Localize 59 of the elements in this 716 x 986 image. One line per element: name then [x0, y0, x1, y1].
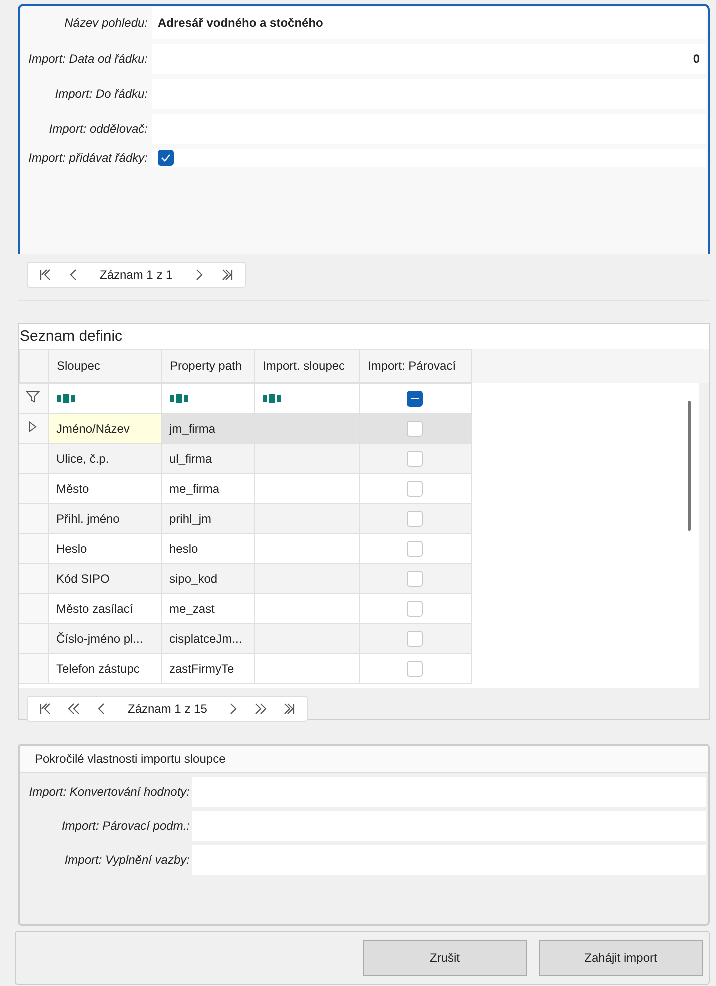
table-cell: Město zasílací	[48, 594, 161, 624]
text-filter-icon	[170, 394, 188, 402]
field-label: Import: Konvertování hodnoty:	[28, 785, 190, 799]
checkbox[interactable]	[158, 150, 174, 166]
table-cell: Město	[48, 474, 161, 504]
input-field[interactable]: Adresář vodného a stočného	[152, 7, 706, 39]
table-cell: prihl_jm	[161, 504, 254, 534]
row-pointer-icon	[28, 421, 38, 433]
column-header[interactable]: Property path	[162, 350, 254, 382]
record-counter: Záznam 1 z 1	[99, 268, 174, 282]
field-label: Import: Do řádku:	[54, 87, 148, 101]
table-cell: me_firma	[161, 474, 254, 504]
filter-icon[interactable]	[26, 390, 40, 404]
double-right-icon	[253, 701, 270, 717]
field-label: Import: Párovací podm.:	[60, 819, 190, 833]
table-cell: sipo_kod	[161, 564, 254, 594]
field-label: Import: Data od řádku:	[28, 52, 148, 66]
check-icon	[161, 154, 171, 162]
table-row[interactable]: Heslo heslo	[19, 534, 471, 564]
scrollbar[interactable]	[688, 401, 691, 531]
field-label: Název pohledu:	[64, 16, 148, 30]
table-row[interactable]: Telefon zástupc zastFirmyTe	[19, 654, 471, 684]
table-cell: Kód SIPO	[48, 564, 161, 594]
table-cell: Přihl. jméno	[48, 504, 161, 534]
section-title: Pokročilé vlastnosti importu sloupce	[35, 752, 226, 766]
table-cell: Telefon zástupc	[48, 654, 161, 684]
dialog-button[interactable]: Zahájit import	[539, 940, 703, 976]
table-row[interactable]: Číslo-jméno pl... cisplatceJm...	[19, 624, 471, 654]
table-row[interactable]: Kód SIPO sipo_kod	[19, 564, 471, 594]
field-label: Import: přidávat řádky:	[28, 151, 148, 165]
filter-checkbox[interactable]	[407, 390, 423, 406]
field-label: Import: oddělovač:	[48, 122, 148, 136]
table-row[interactable]: Město me_firma	[19, 474, 471, 504]
table-cell: heslo	[161, 534, 254, 564]
column-header[interactable]: Import. sloupec	[254, 350, 360, 382]
table-cell: zastFirmyTe	[161, 654, 254, 684]
column-header[interactable]: Sloupec	[48, 350, 162, 382]
field-label: Import: Vyplnění vazby:	[64, 853, 190, 867]
table-row[interactable]: Jméno/Název jm_firma	[19, 414, 471, 444]
table-row[interactable]: Ulice, č.p. ul_firma	[19, 444, 471, 474]
table-cell: jm_firma	[161, 414, 254, 444]
table-cell: me_zast	[161, 594, 254, 624]
double-left-icon	[66, 701, 82, 717]
table-cell: Heslo	[48, 534, 161, 564]
table-cell: Číslo-jméno pl...	[48, 624, 161, 654]
dialog-button[interactable]: Zrušit	[363, 940, 527, 976]
table-cell: Jméno/Název	[48, 414, 161, 444]
minus-icon	[411, 398, 419, 400]
text-filter-icon	[262, 394, 280, 402]
table-row[interactable]: Přihl. jméno prihl_jm	[19, 504, 471, 534]
table-cell: cisplatceJm...	[161, 624, 254, 654]
panel-title: Seznam definic	[20, 328, 123, 345]
table-cell: ul_firma	[161, 444, 254, 474]
column-header[interactable]: Import: Párovací	[360, 350, 472, 382]
table-cell: Ulice, č.p.	[48, 444, 161, 474]
table-row[interactable]: Město zasílací me_zast	[19, 594, 471, 624]
text-filter-icon	[56, 394, 74, 402]
record-counter: Záznam 1 z 15	[127, 702, 208, 716]
input-field[interactable]: 0	[152, 44, 706, 74]
